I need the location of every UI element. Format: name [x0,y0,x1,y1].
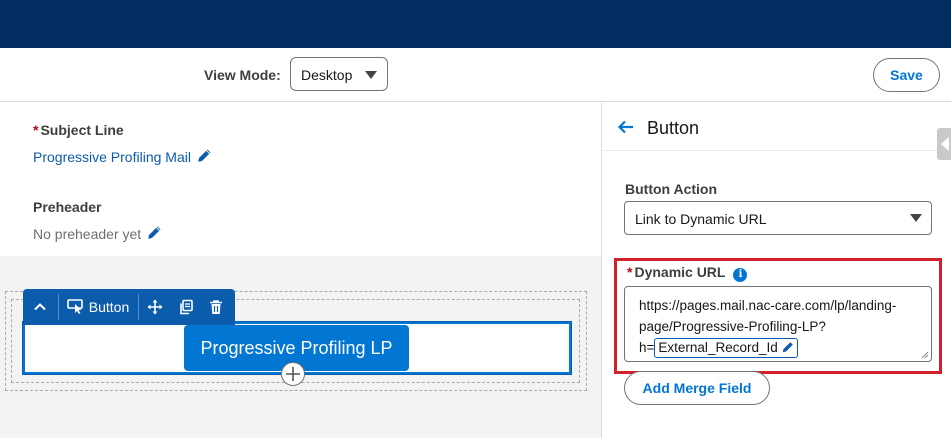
required-marker: * [33,122,39,138]
button-action-label: Button Action [625,181,718,197]
merge-field-token[interactable]: External_Record_Id [654,338,798,358]
view-mode-value: Desktop [301,67,353,83]
caret-down-icon [365,71,377,79]
toolbar-divider [58,294,59,320]
resize-handle-icon[interactable] [921,351,929,359]
panel-header: Button [602,103,951,151]
add-merge-field-button[interactable]: Add Merge Field [624,371,770,405]
dynamic-url-prefix: h= [639,340,655,355]
block-type-label: Button [60,289,136,325]
block-toolbar: Button [23,289,235,325]
dynamic-url-textarea[interactable]: https://pages.mail.nac-care.com/lp/landi… [624,286,932,362]
global-header [0,0,951,48]
edit-pencil-icon[interactable] [196,148,212,164]
trash-icon [210,300,222,314]
panel-title: Button [647,118,700,138]
preheader-text: No preheader yet [33,226,142,242]
plus-icon [286,367,300,381]
move-arrows-icon [147,299,163,315]
button-action-value: Link to Dynamic URL [635,211,767,227]
duplicate-button[interactable] [173,289,199,325]
preheader-label: Preheader [33,199,102,215]
subject-line-text: Progressive Profiling Mail [33,149,191,165]
email-canvas-panel: * Subject Line Progressive Profiling Mail… [0,103,601,438]
button-action-select[interactable]: Link to Dynamic URL [624,201,932,235]
toolbar-divider [138,294,139,320]
builder-toolbar: View Mode: Desktop Save [0,48,951,102]
dynamic-url-line: page/Progressive-Profiling-LP? [639,319,826,334]
delete-button[interactable] [203,289,229,325]
preheader-value[interactable]: No preheader yet [33,225,162,242]
chevron-up-icon [34,303,46,311]
collapse-button[interactable] [23,289,57,325]
dynamic-url-label-text: Dynamic URL [634,264,726,280]
subject-line-label-text: Subject Line [40,122,124,138]
save-button[interactable]: Save [873,58,940,92]
view-mode-label: View Mode: [204,67,281,83]
move-button[interactable] [142,289,168,325]
collapse-panel-tab[interactable] [937,128,951,160]
dynamic-url-label: * Dynamic URL i [627,264,748,282]
copy-icon [180,299,193,315]
edit-pencil-icon[interactable] [146,225,162,241]
caret-down-icon [910,214,922,222]
add-block-button[interactable] [281,362,305,386]
view-mode-select[interactable]: Desktop [290,57,388,91]
email-canvas: Button Progressive Profiling LP [0,256,601,438]
edit-pencil-icon[interactable] [781,341,794,354]
button-block-icon [66,299,83,314]
back-arrow-icon[interactable] [616,117,636,137]
merge-field-text: External_Record_Id [658,340,778,355]
block-type-text: Button [88,299,130,315]
info-icon[interactable]: i [733,268,748,282]
properties-panel: Button Button Action Link to Dynamic URL… [601,103,951,438]
dynamic-url-line: https://pages.mail.nac-care.com/lp/landi… [639,298,897,313]
required-marker: * [627,264,633,280]
subject-line-label: * Subject Line [33,122,124,138]
dynamic-url-line: h= External_Record_Id [639,337,921,358]
subject-line-value[interactable]: Progressive Profiling Mail [33,148,212,165]
